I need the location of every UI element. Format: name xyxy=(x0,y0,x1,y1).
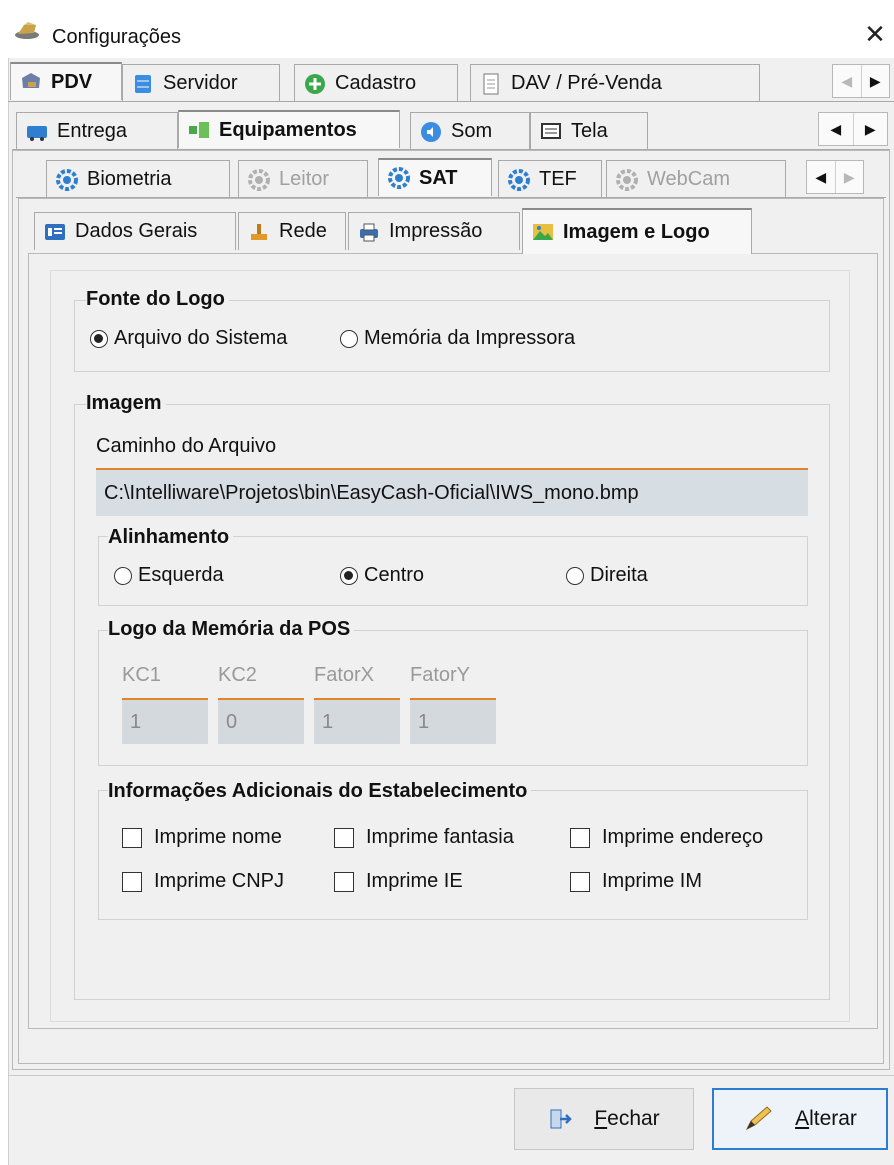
tab-label: Servidor xyxy=(163,72,238,94)
tab-pdv[interactable]: PDV xyxy=(10,62,122,100)
checkbox-label: Imprime fantasia xyxy=(366,826,514,848)
kc2-label: KC2 xyxy=(218,664,257,686)
tab-som[interactable]: Som xyxy=(410,112,530,150)
checkbox[interactable] xyxy=(570,871,590,892)
tab-scroll-level2[interactable]: ◀ ▶ xyxy=(818,112,888,146)
tab-equipamentos[interactable]: Equipamentos xyxy=(178,110,400,148)
truck-icon xyxy=(27,125,47,141)
tab-sat[interactable]: SAT xyxy=(378,158,492,196)
screen-icon xyxy=(541,122,561,139)
tab-label: PDV xyxy=(51,70,93,93)
tab-label: SAT xyxy=(419,166,458,189)
radio-circle[interactable] xyxy=(340,566,358,585)
tab-label: Som xyxy=(451,120,493,142)
kc1-label: KC1 xyxy=(122,664,161,686)
fechar-label: Fechar xyxy=(594,1107,660,1130)
fechar-button[interactable]: Fechar xyxy=(514,1088,694,1150)
fatorx-input[interactable]: 1 xyxy=(314,698,400,744)
tab-servidor[interactable]: Servidor xyxy=(122,64,280,102)
bottom-separator xyxy=(8,1075,894,1076)
tab-scroll-level1[interactable]: ◀ ▶ xyxy=(832,64,890,98)
caminho-arquivo-label: Caminho do Arquivo xyxy=(96,435,277,457)
radio-circle[interactable] xyxy=(566,566,584,585)
radio-label: Direita xyxy=(590,564,648,586)
fatory-input[interactable]: 1 xyxy=(410,698,496,744)
kc1-input[interactable]: 1 xyxy=(122,698,208,744)
app-icon xyxy=(15,22,39,39)
tab-label: DAV / Pré-Venda xyxy=(511,72,662,94)
radio-centro[interactable]: Centro xyxy=(340,564,424,587)
radio-direita[interactable]: Direita xyxy=(566,564,648,587)
sound-icon xyxy=(421,121,441,142)
close-button[interactable]: ✕ xyxy=(860,20,890,50)
radio-label: Memória da Impressora xyxy=(364,327,576,349)
radio-label: Centro xyxy=(364,564,425,586)
gear-icon xyxy=(388,167,410,189)
checkbox[interactable] xyxy=(334,871,354,892)
tab-tela[interactable]: Tela xyxy=(530,112,648,150)
document-icon xyxy=(483,73,499,94)
tab-label: Equipamentos xyxy=(219,118,357,141)
checkbox[interactable] xyxy=(122,871,142,892)
checkbox[interactable] xyxy=(122,827,142,848)
tabrow-divider xyxy=(8,101,894,102)
tab-dav-pre-venda[interactable]: DAV / Pré-Venda xyxy=(470,64,760,102)
equipment-icon xyxy=(189,122,209,138)
checkbox-label: Imprime IE xyxy=(366,870,463,892)
radio-label: Esquerda xyxy=(138,564,224,586)
tab-label: Cadastro xyxy=(335,72,417,94)
title-bar: Configurações ✕ xyxy=(0,0,894,58)
radio-esquerda[interactable]: Esquerda xyxy=(114,564,224,587)
tab-entrega[interactable]: Entrega xyxy=(16,112,178,150)
radio-label: Arquivo do Sistema xyxy=(114,327,288,349)
checkbox-label: Imprime IM xyxy=(602,870,702,892)
tab-imagem-e-logo[interactable]: Imagem e Logo xyxy=(522,208,752,254)
radio-memoria-impressora[interactable]: Memória da Impressora xyxy=(340,327,575,350)
checkbox-label: Imprime CNPJ xyxy=(154,870,285,892)
checkbox[interactable] xyxy=(570,827,590,848)
scroll-left-icon[interactable]: ◀ xyxy=(819,113,853,145)
pen-icon xyxy=(745,1106,772,1131)
fonte-logo-title: Fonte do Logo xyxy=(86,288,229,311)
window-title: Configurações xyxy=(52,26,181,48)
radio-circle[interactable] xyxy=(340,329,358,348)
check-imprime-cnpj[interactable]: Imprime CNPJ xyxy=(122,870,284,893)
checkbox-label: Imprime nome xyxy=(154,826,282,848)
tab-label: Imagem e Logo xyxy=(563,220,710,243)
fatory-label: FatorY xyxy=(410,664,471,686)
info-adicionais-group xyxy=(98,790,808,920)
radio-circle[interactable] xyxy=(114,566,132,585)
kc2-input[interactable]: 0 xyxy=(218,698,304,744)
check-imprime-endereco[interactable]: Imprime endereço xyxy=(570,826,763,849)
check-imprime-ie[interactable]: Imprime IE xyxy=(334,870,463,893)
image-icon xyxy=(533,224,553,240)
alterar-button[interactable]: Alterar xyxy=(712,1088,888,1150)
fatorx-label: FatorX xyxy=(314,664,375,686)
tab-label: Entrega xyxy=(57,120,128,142)
checkbox-label: Imprime endereço xyxy=(602,826,764,848)
check-imprime-fantasia[interactable]: Imprime fantasia xyxy=(334,826,514,849)
pdv-icon xyxy=(22,73,40,88)
scroll-left-icon[interactable]: ◀ xyxy=(833,65,861,97)
logo-memoria-title: Logo da Memória da POS xyxy=(108,618,355,641)
checkbox[interactable] xyxy=(334,827,354,848)
exit-icon xyxy=(550,1109,573,1129)
alterar-label: Alterar xyxy=(795,1107,857,1130)
radio-circle[interactable] xyxy=(90,329,108,348)
imagem-title: Imagem xyxy=(86,392,166,415)
info-adicionais-title: Informações Adicionais do Estabeleciment… xyxy=(108,780,532,803)
check-imprime-im[interactable]: Imprime IM xyxy=(570,870,702,893)
radio-arquivo-sistema[interactable]: Arquivo do Sistema xyxy=(90,327,287,350)
add-green-icon xyxy=(305,73,325,94)
check-imprime-nome[interactable]: Imprime nome xyxy=(122,826,282,849)
alinhamento-title: Alinhamento xyxy=(108,526,234,549)
server-icon xyxy=(135,74,151,93)
scroll-right-icon[interactable]: ▶ xyxy=(860,65,890,97)
caminho-arquivo-input[interactable]: C:\Intelliware\Projetos\bin\EasyCash-Ofi… xyxy=(96,468,808,516)
tab-cadastro[interactable]: Cadastro xyxy=(294,64,458,102)
scroll-right-icon[interactable]: ▶ xyxy=(852,113,888,145)
tab-label: Tela xyxy=(571,120,608,142)
